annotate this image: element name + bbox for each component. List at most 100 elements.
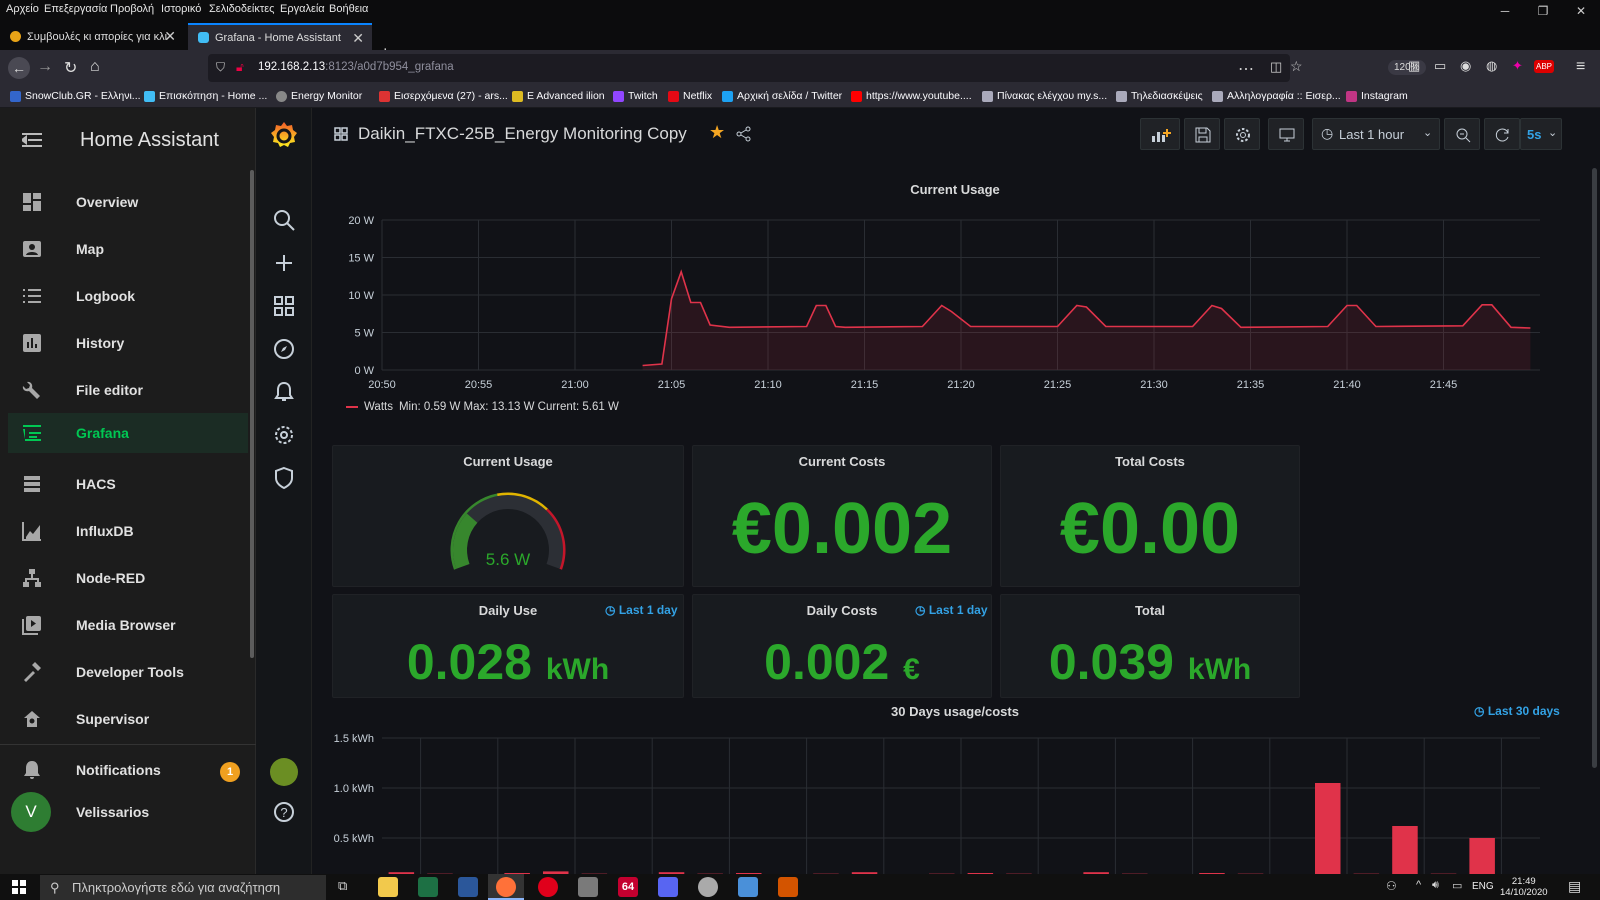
menu-edit[interactable]: Επεξεργασία: [44, 3, 107, 15]
explore-compass-icon[interactable]: [272, 337, 296, 361]
bookmark-item[interactable]: SnowClub.GR - Ελληνι...: [10, 90, 141, 102]
sidebar-item-file-editor[interactable]: File editor: [8, 370, 248, 410]
sidebar-item-logbook[interactable]: Logbook: [8, 276, 248, 316]
sidebar-item-influxdb[interactable]: InfluxDB: [8, 511, 248, 551]
bookmark-item[interactable]: Twitch: [613, 90, 658, 102]
sidebar-scrollbar[interactable]: [250, 170, 254, 658]
sidebar-item-developer-tools[interactable]: Developer Tools: [8, 652, 248, 692]
search-icon[interactable]: [272, 208, 296, 232]
close-tab-icon[interactable]: ✕: [352, 30, 364, 47]
bookmark-item[interactable]: Εισερχόμενα (27) - ars...: [379, 90, 508, 102]
taskbar-clock[interactable]: 21:49 14/10/2020: [1500, 876, 1548, 898]
restore-icon[interactable]: ❐: [1524, 0, 1562, 22]
menu-view[interactable]: Προβολή: [110, 3, 154, 15]
sidebar-item-history[interactable]: History: [8, 323, 248, 363]
app-64-icon[interactable]: 64: [618, 877, 638, 897]
menu-history[interactable]: Ιστορικό: [161, 3, 201, 15]
back-icon[interactable]: ←: [8, 57, 30, 79]
bookmark-item[interactable]: E Advanced ilion: [512, 90, 605, 102]
bookmark-item[interactable]: Αρχική σελίδα / Twitter: [722, 90, 842, 102]
chevron-up-icon[interactable]: ^: [1416, 879, 1421, 891]
create-plus-icon[interactable]: [272, 251, 296, 275]
menu-tools[interactable]: Εργαλεία: [280, 3, 325, 15]
virtualbox-icon[interactable]: [738, 877, 758, 897]
panel-time-override[interactable]: ◷ Last 1 day: [915, 603, 988, 617]
tab-grafana[interactable]: Grafana - Home Assistant ✕: [188, 23, 372, 50]
server-admin-shield-icon[interactable]: [272, 466, 296, 490]
dashboards-grid-icon[interactable]: [272, 294, 296, 318]
volume-icon[interactable]: 🔊︎: [1432, 879, 1439, 892]
sidebar-item-profile[interactable]: Velissarios: [8, 792, 248, 832]
bookmark-item[interactable]: Επισκόπηση - Home ...: [144, 90, 267, 102]
sidebar-item-map[interactable]: Map: [8, 229, 248, 269]
menu-file[interactable]: Αρχείο: [6, 3, 39, 15]
windows-start-icon[interactable]: [12, 880, 26, 894]
file-explorer-icon[interactable]: [378, 877, 398, 897]
pocket-icon[interactable]: ◫: [1270, 59, 1282, 75]
opera-icon[interactable]: [538, 877, 558, 897]
minimize-icon[interactable]: ─: [1486, 0, 1524, 22]
panel-title[interactable]: Current Usage: [324, 182, 1586, 197]
app-icon[interactable]: [778, 877, 798, 897]
sidebar-item-hacs[interactable]: HACS: [8, 464, 248, 504]
dashboard-title[interactable]: Daikin_FTXC-25B_Energy Monitoring Copy: [358, 124, 687, 144]
excel-icon[interactable]: [418, 877, 438, 897]
reload-icon[interactable]: ↻: [64, 58, 77, 78]
time-range-picker[interactable]: ◷ Last 1 hour ⌄: [1312, 118, 1440, 150]
menu-bookmarks[interactable]: Σελιδοδείκτες: [209, 3, 274, 15]
bookmark-item[interactable]: Τηλεδιασκέψεις: [1116, 90, 1203, 102]
panel-time-override[interactable]: ◷ Last 1 day: [605, 603, 678, 617]
refresh-interval-picker[interactable]: 5s ⌄: [1520, 118, 1562, 150]
close-window-icon[interactable]: ✕: [1562, 0, 1600, 22]
favorite-star-icon[interactable]: ★: [709, 122, 725, 143]
dashboard-scrollbar[interactable]: [1592, 168, 1597, 768]
sidebar-item-node-red[interactable]: Node-RED: [8, 558, 248, 598]
user-avatar[interactable]: [270, 758, 298, 786]
help-icon[interactable]: ?: [272, 800, 296, 824]
graph-legend[interactable]: Watts Min: 0.59 W Max: 13.13 W Current: …: [346, 401, 619, 413]
zoom-out-button[interactable]: [1444, 118, 1480, 150]
home-icon[interactable]: ⌂: [90, 58, 100, 76]
library-icon[interactable]: ▥: [1408, 58, 1420, 74]
action-center-icon[interactable]: ▤: [1568, 878, 1581, 895]
bookmark-item[interactable]: Instagram: [1346, 90, 1408, 102]
add-panel-button[interactable]: [1140, 118, 1180, 150]
bookmark-item[interactable]: Πίνακας ελέγχου my.s...: [982, 90, 1107, 102]
tv-mode-button[interactable]: [1268, 118, 1304, 150]
sidebar-toggle-icon[interactable]: ▭: [1434, 58, 1446, 74]
bookmark-star-icon[interactable]: ☆: [1290, 58, 1303, 75]
refresh-button[interactable]: [1484, 118, 1520, 150]
days30-bar-chart[interactable]: 0.5 kWh 1.0 kWh 1.5 kWh: [324, 726, 1586, 874]
account-icon[interactable]: ◉: [1460, 58, 1471, 74]
menu-collapse-icon[interactable]: [22, 132, 42, 148]
share-icon[interactable]: [736, 126, 752, 142]
forward-icon[interactable]: →: [37, 58, 53, 76]
adblock-icon[interactable]: ABP: [1534, 60, 1555, 73]
bookmark-item[interactable]: https://www.youtube....: [851, 90, 972, 102]
hamburger-menu-icon[interactable]: ≡: [1576, 58, 1585, 76]
insecure-lock-icon[interactable]: 🔓︎: [236, 60, 244, 75]
page-actions-icon[interactable]: ⋯: [1238, 59, 1254, 79]
sidebar-item-media-browser[interactable]: Media Browser: [8, 605, 248, 645]
save-dashboard-button[interactable]: [1184, 118, 1220, 150]
language-indicator[interactable]: ENG: [1472, 881, 1494, 892]
configuration-gear-icon[interactable]: [272, 423, 296, 447]
usage-line-chart[interactable]: 0 W 5 W 10 W 15 W 20 W 20:50 20:55 21:00 21:05 21…: [324, 202, 1586, 412]
dashboard-settings-button[interactable]: [1224, 118, 1260, 150]
network-icon[interactable]: ▭: [1452, 879, 1462, 892]
panel-title[interactable]: Total Costs: [1001, 454, 1299, 469]
calculator-icon[interactable]: [578, 877, 598, 897]
discord-icon[interactable]: [658, 877, 678, 897]
extension-icon[interactable]: ◍: [1486, 58, 1497, 74]
alerting-bell-icon[interactable]: [272, 380, 296, 404]
panel-title[interactable]: 30 Days usage/costs: [324, 704, 1586, 719]
task-view-icon[interactable]: ⧉: [338, 878, 347, 894]
app-icon[interactable]: [698, 877, 718, 897]
extension-icon[interactable]: ✦: [1512, 58, 1523, 74]
grafana-logo-icon[interactable]: [268, 120, 300, 152]
url-bar[interactable]: ⛉ 🔓︎ 192.168.2.13:8123/a0d7b954_grafana …: [208, 54, 1426, 82]
bookmark-item[interactable]: Αλληλογραφία :: Εισερ...: [1212, 90, 1341, 102]
bookmark-item[interactable]: Netflix: [668, 90, 712, 102]
panel-time-override[interactable]: ◷ Last 30 days: [1474, 704, 1560, 718]
menu-help[interactable]: Βοήθεια: [329, 3, 368, 15]
